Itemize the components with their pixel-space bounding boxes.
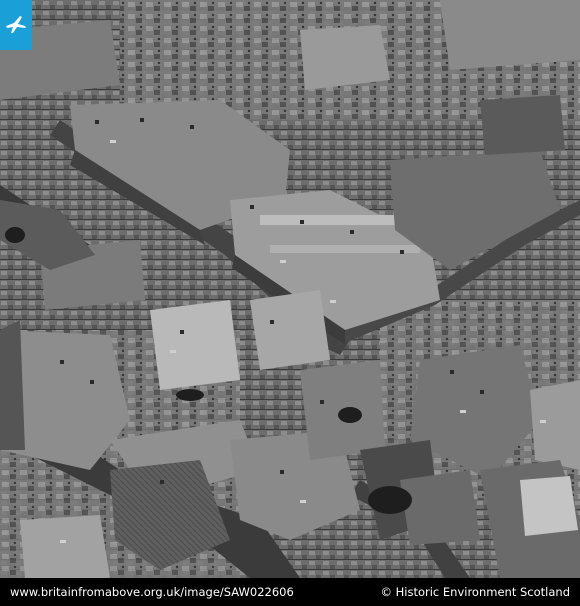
- image-url-text: www.britainfromabove.org.uk/image/SAW022…: [10, 585, 294, 599]
- airplane-icon: [6, 16, 26, 33]
- copyright-text: © Historic Environment Scotland: [380, 585, 570, 599]
- aerial-photo: [0, 0, 580, 578]
- logo-badge: [0, 0, 32, 50]
